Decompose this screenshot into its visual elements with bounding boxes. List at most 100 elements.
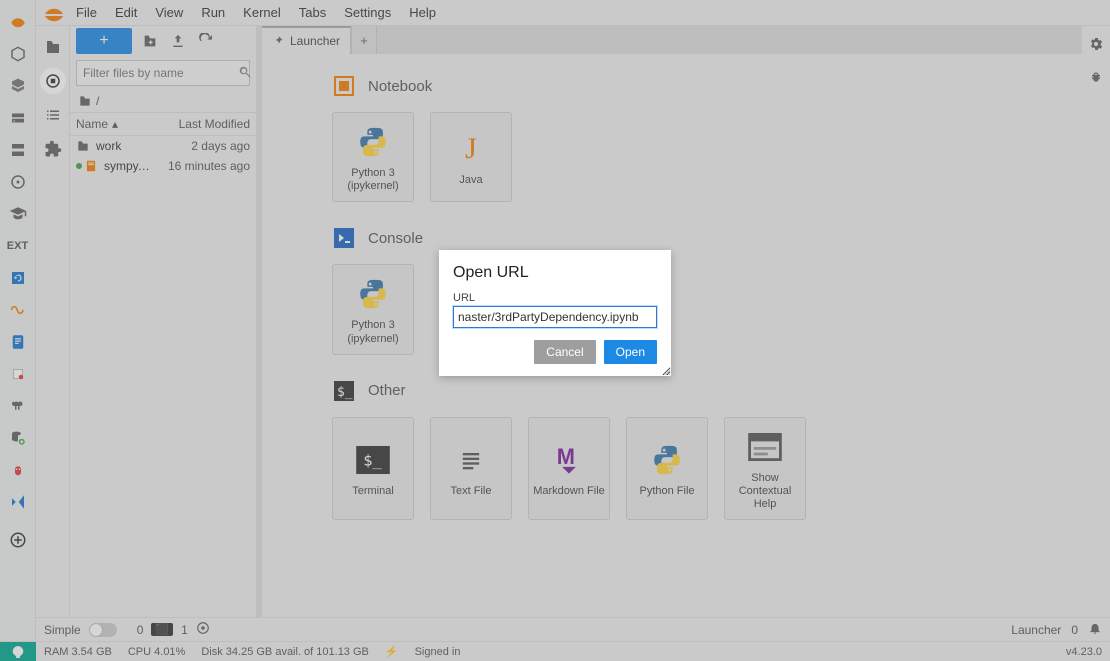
new-launcher-button[interactable]: + — [76, 28, 132, 54]
list-item[interactable]: sympy.ipynb 16 minutes ago — [70, 156, 256, 176]
menu-settings[interactable]: Settings — [336, 3, 399, 22]
launcher-card-python-notebook[interactable]: Python 3 (ipykernel) — [332, 112, 414, 202]
filter-files-input[interactable] — [83, 66, 238, 80]
url-field-label: URL — [453, 292, 657, 304]
launcher-card-textfile[interactable]: Text File — [430, 417, 512, 521]
svg-text:$_: $_ — [363, 452, 382, 470]
jupyter-logo[interactable] — [42, 4, 66, 22]
col-modified[interactable]: Last Modified — [156, 113, 256, 135]
section-title: Notebook — [368, 78, 432, 95]
open-button[interactable]: Open — [604, 340, 657, 364]
launcher-card-markdown[interactable]: M Markdown File — [528, 417, 610, 521]
tabcount: 1 — [181, 623, 188, 637]
launcher-card-pythonfile[interactable]: Python File — [626, 417, 708, 521]
folder-icon — [76, 139, 92, 153]
menu-bar: File Edit View Run Kernel Tabs Settings … — [36, 0, 1110, 26]
activity-doc-icon[interactable] — [4, 328, 32, 356]
menu-file[interactable]: File — [68, 3, 105, 22]
notebook-section-icon — [332, 74, 356, 98]
debug-icon[interactable] — [1088, 69, 1104, 88]
status-brand-icon[interactable] — [0, 642, 36, 661]
section-title: Console — [368, 230, 423, 247]
cancel-button[interactable]: Cancel — [534, 340, 595, 364]
activity-hat-icon[interactable] — [4, 200, 32, 228]
launcher-card-terminal[interactable]: $_ Terminal — [332, 417, 414, 521]
panel-tab-folder-icon[interactable] — [40, 34, 66, 60]
activity-vscode-icon[interactable] — [4, 488, 32, 516]
activity-wave-icon[interactable] — [4, 296, 32, 324]
kernel-count-icon[interactable]: ⬛ — [151, 623, 173, 636]
breadcrumb[interactable]: / — [70, 90, 256, 112]
panel-tab-extension-icon[interactable] — [40, 136, 66, 162]
menu-tabs[interactable]: Tabs — [291, 3, 334, 22]
file-list-header: Name▴ Last Modified — [70, 112, 256, 136]
list-item[interactable]: work 2 days ago — [70, 136, 256, 156]
notebook-icon — [84, 159, 100, 173]
col-name[interactable]: Name▴ — [70, 113, 156, 135]
new-folder-icon[interactable] — [140, 31, 160, 51]
python-icon — [356, 123, 390, 161]
simple-toggle[interactable] — [89, 623, 117, 637]
dialog-resize-handle[interactable] — [660, 365, 670, 375]
kernels-status-icon[interactable] — [196, 621, 210, 638]
tab-launcher[interactable]: Launcher — [262, 26, 351, 54]
svg-text:M: M — [557, 445, 575, 469]
other-section-icon: $_ — [332, 379, 356, 403]
status-launcher-label: Launcher — [1011, 623, 1061, 637]
running-indicator — [76, 163, 82, 169]
activity-target-icon[interactable] — [4, 168, 32, 196]
filter-files-input-wrap — [76, 60, 250, 86]
activity-elephant-icon[interactable] — [4, 392, 32, 420]
panel-tab-running-icon[interactable] — [40, 68, 66, 94]
launcher: Notebook Python 3 (ipykernel) J Java — [262, 54, 1082, 617]
activity-db-plus-icon[interactable] — [4, 424, 32, 452]
add-tab-button[interactable]: + — [351, 26, 377, 54]
activity-reddot-icon[interactable] — [4, 360, 32, 388]
launcher-card-java-notebook[interactable]: J Java — [430, 112, 512, 202]
activity-refresh-icon[interactable] — [4, 264, 32, 292]
menu-help[interactable]: Help — [401, 3, 444, 22]
status-signed-in: Signed in — [407, 646, 469, 658]
launcher-card-python-console[interactable]: Python 3 (ipykernel) — [332, 264, 414, 354]
main-area: Launcher + Notebook — [262, 26, 1082, 617]
svg-text:$_: $_ — [337, 385, 353, 400]
python-icon — [356, 275, 390, 313]
status-notif-count: 0 — [1071, 623, 1078, 637]
panel-tab-list-icon[interactable] — [40, 102, 66, 128]
menu-view[interactable]: View — [147, 3, 191, 22]
dialog-title: Open URL — [453, 264, 657, 282]
status-ram: RAM 3.54 GB — [36, 646, 120, 658]
menu-edit[interactable]: Edit — [107, 3, 145, 22]
activity-server-icon[interactable] — [4, 136, 32, 164]
launcher-card-contexthelp[interactable]: Show Contextual Help — [724, 417, 806, 521]
file-listing: work 2 days ago sympy.ipynb 16 minutes a… — [70, 136, 256, 617]
activity-box-icon[interactable] — [4, 72, 32, 100]
python-icon — [650, 441, 684, 479]
contexthelp-icon — [748, 428, 782, 466]
upload-icon[interactable] — [168, 31, 188, 51]
left-panel-tabs — [36, 26, 70, 617]
activity-bar: EXT — [0, 0, 36, 641]
activity-logo[interactable] — [4, 8, 32, 36]
activity-ext-label[interactable]: EXT — [4, 232, 32, 260]
bell-icon[interactable] — [1088, 621, 1102, 638]
status-version: v4.23.0 — [1066, 646, 1110, 658]
refresh-icon[interactable] — [196, 31, 216, 51]
activity-add-icon[interactable] — [4, 526, 32, 554]
textfile-icon — [457, 441, 485, 479]
open-url-dialog: Open URL URL Cancel Open — [439, 250, 671, 376]
menu-run[interactable]: Run — [193, 3, 233, 22]
search-icon — [238, 65, 252, 82]
property-gear-icon[interactable] — [1088, 36, 1104, 55]
right-sidebar — [1082, 26, 1110, 617]
breadcrumb-root: / — [96, 94, 99, 108]
launcher-section-notebook: Notebook Python 3 (ipykernel) J Java — [332, 74, 1062, 202]
simple-mode-bar: Simple 0 ⬛ 1 Launcher 0 — [36, 617, 1110, 641]
menu-kernel[interactable]: Kernel — [235, 3, 289, 22]
bottom-status-bar: RAM 3.54 GB CPU 4.01% Disk 34.25 GB avai… — [0, 641, 1110, 661]
java-icon: J — [465, 130, 477, 168]
activity-bug-icon[interactable] — [4, 456, 32, 484]
url-input[interactable] — [453, 306, 657, 328]
activity-cube-icon[interactable] — [4, 40, 32, 68]
activity-drive-icon[interactable] — [4, 104, 32, 132]
